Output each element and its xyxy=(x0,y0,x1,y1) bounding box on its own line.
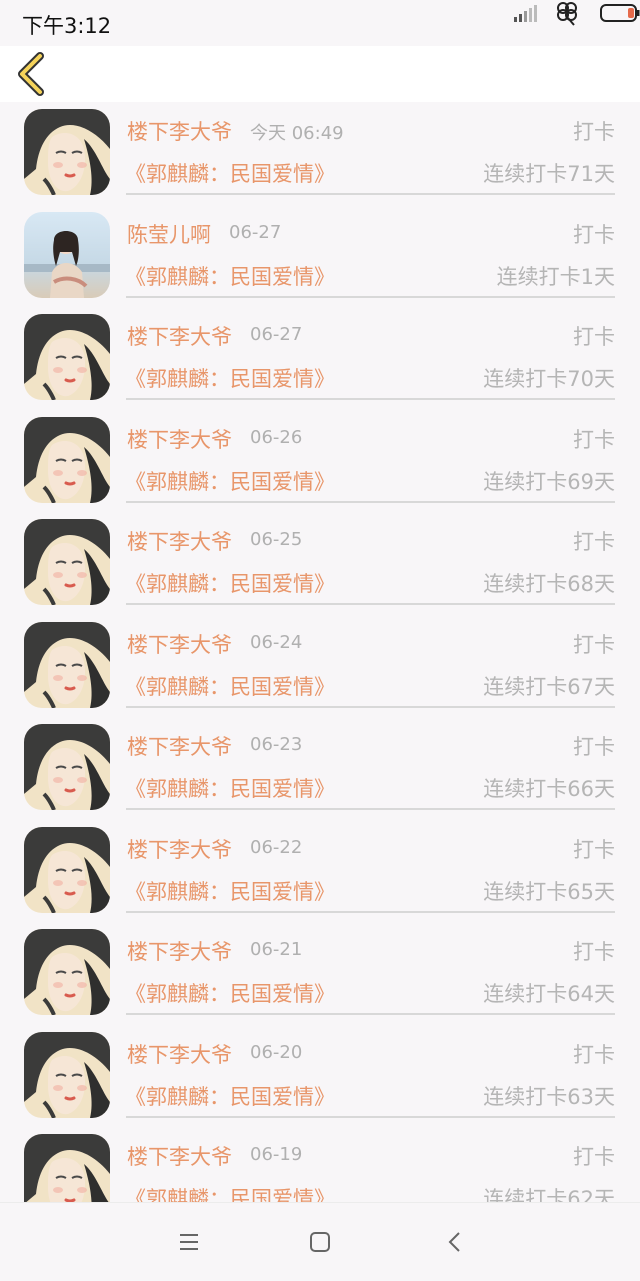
list-item[interactable]: 楼下李大爷 06-26 打卡 《郭麒麟：民国爱情》 连续打卡69天 xyxy=(0,410,640,513)
checkin-label: 打卡 xyxy=(573,325,615,349)
list-item[interactable]: 楼下李大爷 06-21 打卡 《郭麒麟：民国爱情》 连续打卡64天 xyxy=(0,922,640,1025)
book-title[interactable]: 《郭麒麟：民国爱情》 xyxy=(125,1183,335,1202)
post-time: 06-21 xyxy=(250,939,303,960)
book-title[interactable]: 《郭麒麟：民国爱情》 xyxy=(125,978,335,1008)
title-bar xyxy=(0,46,640,102)
home-square-icon[interactable] xyxy=(307,1229,333,1255)
chevron-left-icon[interactable] xyxy=(14,52,48,96)
post-time: 06-26 xyxy=(250,426,303,448)
streak-count: 连续打卡70天 xyxy=(483,367,615,391)
avatar[interactable] xyxy=(24,929,110,1015)
book-title[interactable]: 《郭麒麟：民国爱情》 xyxy=(125,876,335,906)
list-item[interactable]: 楼下李大爷 06-27 打卡 《郭麒麟：民国爱情》 连续打卡70天 xyxy=(0,307,640,410)
post-time: 06-22 xyxy=(250,836,303,858)
post-time: 06-24 xyxy=(250,631,303,653)
clover-icon xyxy=(557,2,577,26)
user-name[interactable]: 楼下李大爷 xyxy=(127,1141,232,1171)
divider xyxy=(126,398,615,400)
book-title[interactable]: 《郭麒麟：民国爱情》 xyxy=(125,1081,335,1111)
list-item[interactable]: 楼下李大爷 今天 06:49 打卡 《郭麒麟：民国爱情》 连续打卡71天 xyxy=(0,102,640,205)
status-bar: 下午3:12 xyxy=(0,0,640,46)
checkin-list: 楼下李大爷 今天 06:49 打卡 《郭麒麟：民国爱情》 连续打卡71天 陈莹儿… xyxy=(0,102,640,1202)
checkin-label: 打卡 xyxy=(573,1145,615,1169)
battery-icon xyxy=(600,4,640,22)
system-nav-bar xyxy=(0,1202,640,1281)
streak-count: 连续打卡66天 xyxy=(483,777,615,801)
book-title[interactable]: 《郭麒麟：民国爱情》 xyxy=(125,671,335,701)
divider xyxy=(126,705,615,708)
divider xyxy=(126,1013,615,1015)
streak-count: 连续打卡64天 xyxy=(483,982,615,1006)
book-title[interactable]: 《郭麒麟：民国爱情》 xyxy=(125,158,335,188)
streak-count: 连续打卡67天 xyxy=(483,674,615,699)
book-title[interactable]: 《郭麒麟：民国爱情》 xyxy=(125,261,335,291)
user-name[interactable]: 楼下李大爷 xyxy=(127,116,232,146)
user-name[interactable]: 楼下李大爷 xyxy=(127,1039,232,1069)
book-title[interactable]: 《郭麒麟：民国爱情》 xyxy=(125,363,335,393)
back-chevron-icon[interactable] xyxy=(442,1229,468,1255)
status-time: 下午3:12 xyxy=(22,14,112,38)
streak-count: 连续打卡68天 xyxy=(483,572,615,596)
signal-icon xyxy=(514,5,537,22)
menu-icon[interactable] xyxy=(176,1229,202,1255)
streak-count: 连续打卡71天 xyxy=(483,162,615,186)
checkin-label: 打卡 xyxy=(573,222,615,247)
user-name[interactable]: 楼下李大爷 xyxy=(127,526,232,556)
avatar[interactable] xyxy=(24,109,110,195)
avatar[interactable] xyxy=(24,416,110,503)
divider xyxy=(126,193,615,195)
divider xyxy=(126,603,615,605)
checkin-label: 打卡 xyxy=(573,530,615,554)
list-item[interactable]: 楼下李大爷 06-25 打卡 《郭麒麟：民国爱情》 连续打卡68天 xyxy=(0,512,640,615)
user-name[interactable]: 楼下李大爷 xyxy=(127,321,232,351)
divider xyxy=(126,1115,615,1118)
user-name[interactable]: 楼下李大爷 xyxy=(127,936,232,966)
avatar[interactable] xyxy=(24,519,110,605)
post-time: 今天 06:49 xyxy=(250,123,344,144)
avatar[interactable] xyxy=(24,1031,110,1118)
avatar[interactable] xyxy=(24,724,110,810)
list-item[interactable]: 楼下李大爷 06-23 打卡 《郭麒麟：民国爱情》 连续打卡66天 xyxy=(0,717,640,820)
book-title[interactable]: 《郭麒麟：民国爱情》 xyxy=(125,568,335,598)
avatar[interactable] xyxy=(24,621,110,708)
avatar[interactable] xyxy=(24,211,110,298)
list-item[interactable]: 楼下李大爷 06-19 打卡 《郭麒麟：民国爱情》 连续打卡62天 xyxy=(0,1127,640,1202)
post-time: 06-27 xyxy=(229,221,282,243)
user-name[interactable]: 楼下李大爷 xyxy=(127,629,232,659)
user-name[interactable]: 楼下李大爷 xyxy=(127,731,232,761)
divider xyxy=(126,500,615,503)
checkin-label: 打卡 xyxy=(573,632,615,657)
streak-count: 连续打卡65天 xyxy=(483,879,615,904)
list-item[interactable]: 楼下李大爷 06-22 打卡 《郭麒麟：民国爱情》 连续打卡65天 xyxy=(0,820,640,923)
post-time: 06-23 xyxy=(250,734,303,755)
divider xyxy=(126,808,615,810)
streak-count: 连续打卡1天 xyxy=(496,264,615,289)
checkin-label: 打卡 xyxy=(573,427,615,452)
post-time: 06-27 xyxy=(250,324,303,345)
user-name[interactable]: 陈莹儿啊 xyxy=(127,219,211,249)
book-title[interactable]: 《郭麒麟：民国爱情》 xyxy=(125,466,335,496)
list-item[interactable]: 楼下李大爷 06-24 打卡 《郭麒麟：民国爱情》 连续打卡67天 xyxy=(0,615,640,718)
streak-count: 连续打卡63天 xyxy=(483,1084,615,1109)
streak-count: 连续打卡69天 xyxy=(483,469,615,494)
checkin-label: 打卡 xyxy=(573,735,615,759)
divider xyxy=(126,910,615,913)
divider xyxy=(126,295,615,298)
avatar[interactable] xyxy=(24,826,110,913)
checkin-label: 打卡 xyxy=(573,1042,615,1067)
checkin-label: 打卡 xyxy=(573,837,615,862)
streak-count: 连续打卡62天 xyxy=(483,1187,615,1202)
avatar[interactable] xyxy=(24,314,110,400)
checkin-label: 打卡 xyxy=(573,940,615,964)
user-name[interactable]: 楼下李大爷 xyxy=(127,424,232,454)
post-time: 06-20 xyxy=(250,1041,303,1063)
post-time: 06-19 xyxy=(250,1144,303,1165)
list-item[interactable]: 楼下李大爷 06-20 打卡 《郭麒麟：民国爱情》 连续打卡63天 xyxy=(0,1025,640,1128)
user-name[interactable]: 楼下李大爷 xyxy=(127,834,232,864)
book-title[interactable]: 《郭麒麟：民国爱情》 xyxy=(125,773,335,803)
list-item[interactable]: 陈莹儿啊 06-27 打卡 《郭麒麟：民国爱情》 连续打卡1天 xyxy=(0,205,640,308)
avatar[interactable] xyxy=(24,1134,110,1202)
checkin-label: 打卡 xyxy=(573,120,615,144)
post-time: 06-25 xyxy=(250,529,303,550)
